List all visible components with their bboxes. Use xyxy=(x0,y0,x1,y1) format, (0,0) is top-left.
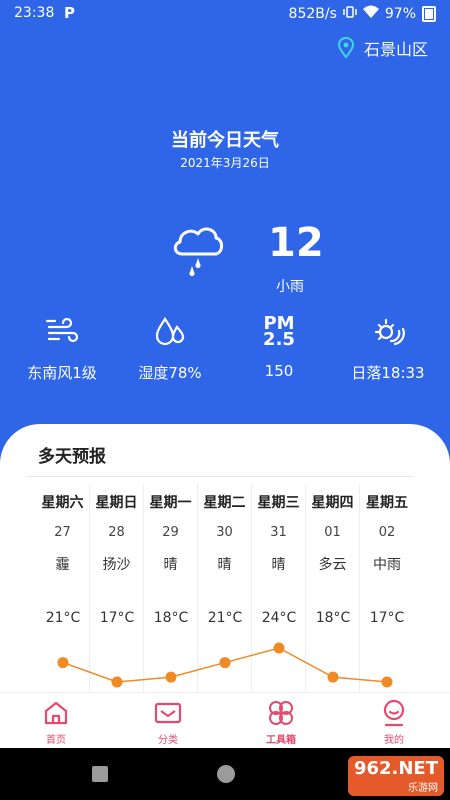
network-speed: 852B/s xyxy=(288,6,337,22)
day-condition: 晴 xyxy=(271,557,286,573)
location-selector[interactable]: 石景山区 xyxy=(337,36,428,60)
sunset-label: 日落18:33 xyxy=(351,364,425,382)
day-condition: 多云 xyxy=(318,557,347,573)
day-name: 星期六 xyxy=(41,495,84,511)
clover-icon xyxy=(241,699,321,727)
day-condition: 晴 xyxy=(163,557,178,573)
day-date: 30 xyxy=(216,525,233,540)
tab-home[interactable]: 首页 xyxy=(16,699,96,746)
day-date: 01 xyxy=(324,525,341,540)
tab-toolbox[interactable]: 工具箱 xyxy=(241,699,321,746)
current-date: 2021年3月26日 xyxy=(180,156,270,170)
watermark-sub: 乐游网 xyxy=(408,783,438,794)
battery-percent: 97% xyxy=(384,6,416,22)
profile-icon xyxy=(354,699,434,727)
home-icon xyxy=(16,699,96,727)
location-pin-icon xyxy=(337,37,354,59)
wind-icon xyxy=(6,312,118,352)
pm-icon: PM 2.5 xyxy=(223,312,335,352)
current-condition: 小雨 xyxy=(276,279,304,295)
humidity-icon xyxy=(114,312,226,352)
bottom-tab-bar: 首页 分类 工具箱 我的 xyxy=(0,692,450,748)
sunset-detail: 日落18:33 xyxy=(332,312,444,383)
sunset-icon xyxy=(332,312,444,352)
temperature-point xyxy=(273,642,285,654)
status-time: 23:38 xyxy=(14,5,55,21)
forecast-panel: 多天预报 星期六 27 霾 21°C 星期日 28 扬沙 17°C 星期一 29… xyxy=(0,424,450,692)
pm-value: 150 xyxy=(264,362,294,380)
pm-detail: PM 2.5 150 xyxy=(223,312,335,381)
day-date: 27 xyxy=(54,525,71,540)
day-date: 31 xyxy=(270,525,287,540)
temperature-point xyxy=(165,671,177,683)
watermark-logo: 962.NET 乐游网 xyxy=(347,756,444,796)
system-nav-bar: 962.NET 乐游网 xyxy=(0,748,450,800)
battery-icon xyxy=(422,6,436,22)
forecast-title: 多天预报 xyxy=(38,447,106,467)
wind-label: 东南风1级 xyxy=(27,364,97,382)
temperature-point xyxy=(57,657,69,669)
tab-label: 我的 xyxy=(384,735,404,746)
status-bar: 23:38 P 852B/s 97% xyxy=(0,0,450,28)
temperature-point xyxy=(219,657,231,669)
humidity-detail: 湿度78% xyxy=(114,312,226,383)
tab-label: 工具箱 xyxy=(266,735,296,746)
pm-icon-text-bottom: 2.5 xyxy=(263,329,295,350)
day-name: 星期日 xyxy=(95,495,138,511)
day-name: 星期五 xyxy=(366,495,408,511)
tab-category[interactable]: 分类 xyxy=(128,699,208,746)
light-rain-icon xyxy=(170,218,226,282)
forecast-divider xyxy=(28,476,412,477)
humidity-label: 湿度78% xyxy=(138,364,202,382)
weather-details: 东南风1级 湿度78% PM 2.5 150 日落18:33 xyxy=(0,312,450,392)
mail-icon xyxy=(128,699,208,727)
day-condition: 晴 xyxy=(217,557,232,573)
status-right: 852B/s 97% xyxy=(289,5,436,23)
temperature-point xyxy=(111,676,123,688)
wifi-icon xyxy=(362,5,379,23)
day-name: 星期一 xyxy=(149,495,192,511)
day-date: 28 xyxy=(108,525,125,540)
day-name: 星期三 xyxy=(257,495,300,511)
day-name: 星期四 xyxy=(311,495,354,511)
day-name: 星期二 xyxy=(203,495,246,511)
temperature-line-chart xyxy=(57,642,393,688)
current-temperature: 12 xyxy=(268,220,324,266)
vibrate-icon xyxy=(343,5,357,23)
wind-detail: 东南风1级 xyxy=(6,312,118,383)
day-condition: 扬沙 xyxy=(102,557,131,573)
tab-label: 分类 xyxy=(158,735,178,746)
day-date: 29 xyxy=(162,525,179,540)
watermark-brand: 962.NET xyxy=(353,758,438,779)
home-button[interactable] xyxy=(217,765,235,783)
day-condition: 霾 xyxy=(55,557,70,573)
temperature-point xyxy=(327,671,339,683)
page-title: 当前今日天气 xyxy=(171,130,279,151)
tab-profile[interactable]: 我的 xyxy=(354,699,434,746)
temperature-point xyxy=(381,676,393,688)
parking-app-icon: P xyxy=(64,4,75,22)
recents-button[interactable] xyxy=(92,766,108,782)
location-name: 石景山区 xyxy=(363,40,428,59)
tab-label: 首页 xyxy=(46,735,66,746)
day-condition: 中雨 xyxy=(373,557,401,573)
day-date: 02 xyxy=(378,525,396,540)
